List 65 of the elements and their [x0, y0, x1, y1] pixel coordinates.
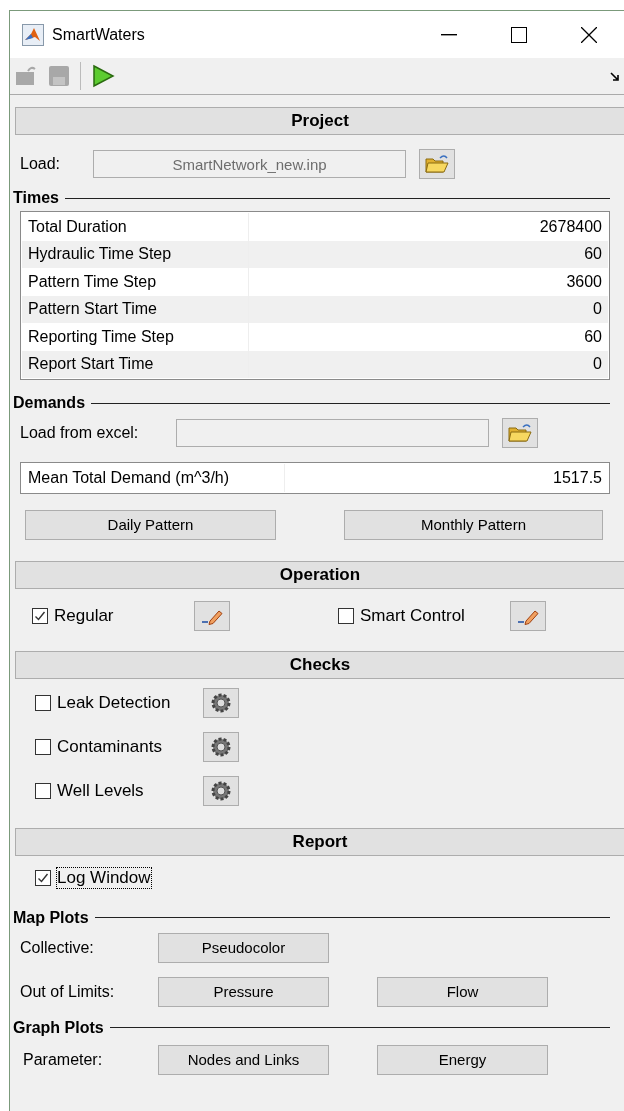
checkbox[interactable]	[35, 738, 51, 755]
plot-button[interactable]: Pseudocolor	[158, 932, 329, 963]
section-header: Report	[15, 827, 624, 856]
pattern-button[interactable]: Monthly Pattern	[344, 509, 603, 540]
row-label: Out of Limits:	[20, 982, 116, 1001]
check-label[interactable]: Log Window	[57, 867, 151, 888]
row-label: Parameter:	[23, 1050, 104, 1069]
run-icon[interactable]	[91, 64, 115, 88]
folder-icon	[508, 423, 532, 443]
file-field[interactable]: SmartNetwork_new.inp	[93, 150, 406, 178]
maximize-icon	[511, 26, 527, 43]
gear-icon	[210, 779, 232, 802]
row-label: Collective:	[20, 938, 95, 957]
check-label[interactable]: Contaminants	[57, 736, 203, 757]
plot-button[interactable]: Energy	[377, 1044, 548, 1075]
load-label: Load:	[20, 155, 62, 173]
folder-icon	[425, 154, 449, 174]
table-cell-text: 0	[592, 354, 603, 375]
excel-field[interactable]	[176, 419, 489, 447]
checkbox[interactable]	[338, 607, 354, 624]
group-title: Graph Plots	[13, 1018, 104, 1037]
option-label[interactable]: Smart Control	[360, 605, 510, 626]
plot-button[interactable]: Nodes and Links	[158, 1044, 329, 1075]
settings-button[interactable]	[203, 775, 239, 806]
table-cell-text: 60	[583, 244, 603, 265]
check-label[interactable]: Well Levels	[57, 780, 203, 801]
table-cell-text: 60	[583, 326, 603, 347]
close-icon	[581, 26, 597, 43]
pattern-button[interactable]: Daily Pattern	[25, 509, 276, 540]
table-cell-text: 3600	[565, 271, 603, 292]
dock-arrow-icon[interactable]	[610, 72, 620, 82]
group-title: Times	[13, 189, 59, 207]
table-cell: Mean Total Demand (m^3/h)	[22, 464, 285, 492]
checkbox[interactable]	[35, 869, 51, 886]
section-header: Checks	[15, 650, 624, 679]
settings-button[interactable]	[203, 731, 239, 762]
app-logo-icon	[22, 23, 44, 46]
checkbox[interactable]	[32, 607, 48, 624]
group-title: Demands	[13, 394, 86, 412]
plot-button[interactable]: Flow	[377, 976, 548, 1007]
section-header: Operation	[15, 560, 624, 589]
checkbox[interactable]	[35, 782, 51, 799]
check-label[interactable]: Leak Detection	[57, 692, 203, 713]
table-cell: Report Start Time	[22, 350, 249, 378]
table-cell: Reporting Time Step	[22, 323, 249, 351]
option-label[interactable]: Regular	[54, 605, 194, 626]
excel-label: Load from excel:	[20, 424, 140, 442]
table-cell-text: 0	[592, 299, 603, 320]
gear-icon	[210, 691, 232, 714]
browse-button[interactable]	[502, 418, 538, 448]
table-cell-text: 2678400	[538, 216, 603, 237]
browse-button[interactable]	[419, 149, 455, 179]
plot-button[interactable]: Pressure	[158, 976, 329, 1007]
edit-button[interactable]	[194, 600, 230, 631]
window-title: SmartWaters	[52, 25, 146, 44]
table-cell-text: 1517.5	[552, 467, 603, 488]
group-title: Map Plots	[13, 908, 89, 927]
table-cell: Pattern Time Step	[22, 268, 249, 296]
section-header: Project	[15, 107, 624, 135]
edit-button[interactable]	[510, 600, 546, 631]
minimize-icon	[441, 33, 457, 36]
gear-icon	[210, 735, 232, 758]
settings-button[interactable]	[203, 687, 239, 718]
checkbox[interactable]	[35, 694, 51, 711]
table-cell: Total Duration	[22, 213, 249, 241]
